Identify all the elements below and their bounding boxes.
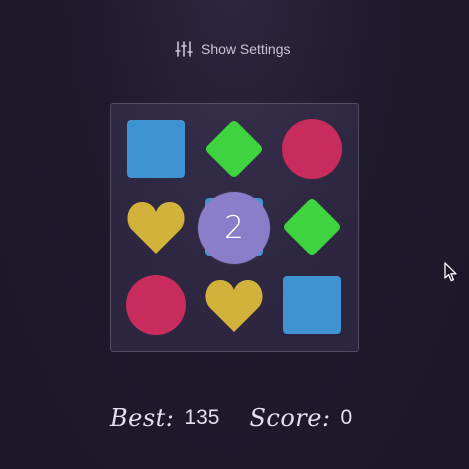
- score-bar: Best: 135 Score: 0: [110, 400, 352, 436]
- circle-icon: [126, 275, 186, 335]
- tile-square[interactable]: [281, 274, 343, 336]
- move-counter: 2: [198, 192, 270, 264]
- heart-icon: [127, 202, 185, 254]
- heart-icon: [205, 280, 263, 332]
- diamond-icon: [206, 121, 262, 177]
- tile-diamond[interactable]: [281, 196, 343, 258]
- show-settings-button[interactable]: Show Settings: [175, 39, 291, 59]
- tile-circle[interactable]: [125, 274, 187, 336]
- diamond-icon: [284, 199, 340, 255]
- mouse-cursor-icon: [444, 262, 458, 282]
- sliders-icon: [175, 40, 193, 58]
- tile-heart[interactable]: [203, 274, 265, 336]
- score-label: Score:: [249, 404, 331, 432]
- tile-diamond[interactable]: [203, 118, 265, 180]
- best-label: Best:: [110, 404, 175, 432]
- square-icon: [127, 120, 185, 178]
- tile-circle[interactable]: [281, 118, 343, 180]
- circle-icon: [282, 119, 342, 179]
- tile-heart[interactable]: [125, 196, 187, 258]
- show-settings-label: Show Settings: [201, 41, 291, 57]
- best-value: 135: [184, 406, 220, 429]
- square-icon: [283, 276, 341, 334]
- score-value: 0: [340, 406, 353, 429]
- tile-square[interactable]: [125, 118, 187, 180]
